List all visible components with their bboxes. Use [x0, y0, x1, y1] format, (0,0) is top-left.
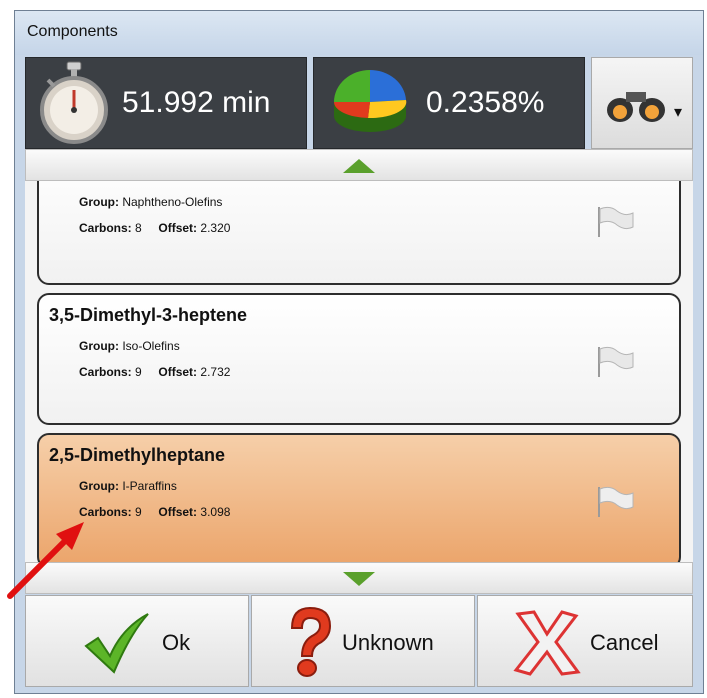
binoculars-icon — [607, 92, 665, 122]
percentage-tile: 0.2358% — [313, 57, 585, 149]
dialog-buttons: Ok Unknown Cancel — [25, 595, 693, 687]
scroll-down-button[interactable] — [25, 562, 693, 594]
components-list[interactable]: Group: Naphtheno-Olefins Carbons: 8 Offs… — [25, 181, 693, 562]
checkmark-icon — [84, 613, 149, 674]
pie-chart-icon — [333, 69, 407, 132]
flag-icon[interactable] — [595, 203, 635, 239]
x-mark-icon — [513, 610, 581, 676]
component-name: 2,5-Dimethylheptane — [49, 445, 226, 465]
flag-icon[interactable] — [595, 343, 635, 379]
ok-button[interactable]: Ok — [25, 595, 249, 687]
components-window: Components 51.992 min 0.2358% ▾ Group: N… — [14, 10, 704, 694]
toolbar: 51.992 min 0.2358% ▾ — [25, 57, 693, 149]
scroll-up-button[interactable] — [25, 149, 693, 181]
retention-time-value: 51.992 min — [122, 86, 271, 119]
flag-icon[interactable] — [595, 483, 635, 519]
arrow-up-icon — [343, 159, 375, 173]
cancel-label: Cancel — [590, 630, 659, 655]
component-group: Group: I-Paraffins — [79, 479, 177, 493]
component-card-selected[interactable]: 2,5-Dimethylheptane Group: I-Paraffins C… — [37, 433, 681, 562]
arrow-down-icon — [343, 572, 375, 586]
component-card[interactable]: Group: Naphtheno-Olefins Carbons: 8 Offs… — [37, 181, 681, 285]
chevron-down-icon: ▾ — [673, 104, 682, 121]
find-dropdown-button[interactable]: ▾ — [591, 57, 693, 149]
component-card[interactable]: 3,5-Dimethyl-3-heptene Group: Iso-Olefin… — [37, 293, 681, 425]
component-group: Group: Iso-Olefins — [79, 339, 180, 353]
stopwatch-icon — [40, 61, 108, 144]
component-name: 3,5-Dimethyl-3-heptene — [49, 305, 248, 325]
percentage-value: 0.2358% — [426, 86, 545, 119]
unknown-label: Unknown — [342, 630, 434, 655]
window-title: Components — [27, 23, 118, 40]
component-group: Group: Naphtheno-Olefins — [79, 195, 223, 209]
ok-label: Ok — [162, 630, 191, 655]
retention-time-tile: 51.992 min — [25, 57, 307, 149]
component-meta: Carbons: 9 Offset: 2.732 — [79, 365, 231, 379]
cancel-button[interactable]: Cancel — [477, 595, 693, 687]
unknown-button[interactable]: Unknown — [251, 595, 475, 687]
question-mark-icon — [290, 606, 332, 677]
title-bar: Components — [15, 11, 703, 55]
component-meta: Carbons: 8 Offset: 2.320 — [79, 221, 231, 235]
component-meta: Carbons: 9 Offset: 3.098 — [79, 505, 231, 519]
